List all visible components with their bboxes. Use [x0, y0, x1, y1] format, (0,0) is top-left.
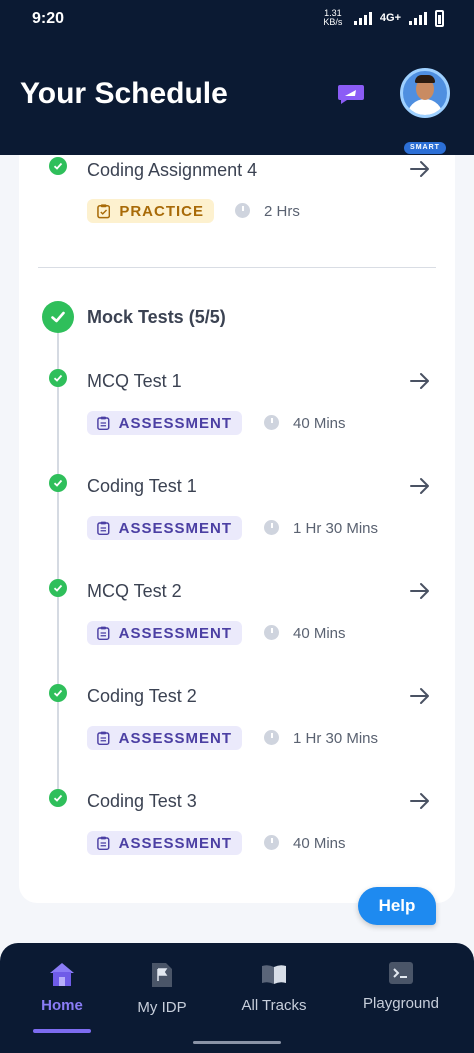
- tag-label: ASSESSMENT: [118, 729, 232, 747]
- arrow-right-icon[interactable]: [409, 580, 431, 602]
- tag-label: ASSESSMENT: [118, 624, 232, 642]
- tag-label: ASSESSMENT: [118, 519, 232, 537]
- clock-icon: [264, 625, 279, 640]
- assessment-badge: ASSESSMENT: [87, 411, 242, 435]
- clock-icon: [264, 415, 279, 430]
- assessment-badge: ASSESSMENT: [87, 621, 242, 645]
- signal-icon: [353, 11, 372, 25]
- check-icon: [49, 369, 67, 387]
- tag-label: PRACTICE: [119, 202, 204, 220]
- flag-document-icon: [152, 963, 172, 987]
- network-type: 4G+: [379, 12, 401, 24]
- system-icons: 1.31 KB/s 4G+: [320, 9, 444, 27]
- status-time: 9:20: [32, 10, 65, 27]
- practice-badge: PRACTICE: [87, 199, 214, 223]
- battery-icon: [435, 9, 444, 27]
- schedule-item[interactable]: MCQ Test 1 ASSESSMENT 40 Mins: [19, 365, 455, 465]
- avatar-badge: SMART: [404, 142, 446, 154]
- bottom-nav: Home My IDP All Tracks Playground: [0, 943, 474, 1053]
- avatar[interactable]: [400, 68, 450, 118]
- schedule-item[interactable]: Coding Test 2 ASSESSMENT 1 Hr 30 Mins: [19, 680, 455, 780]
- nav-label: My IDP: [137, 999, 187, 1016]
- duration-text: 40 Mins: [293, 835, 346, 852]
- duration-text: 2 Hrs: [264, 203, 300, 220]
- active-tab-indicator: [33, 1029, 91, 1033]
- clipboard-list-icon: [97, 626, 110, 641]
- nav-all-tracks[interactable]: All Tracks: [219, 961, 329, 1014]
- schedule-item[interactable]: Coding Assignment 4 PRACTICE 2 Hrs: [19, 155, 455, 255]
- schedule-item[interactable]: MCQ Test 2 ASSESSMENT 40 Mins: [19, 575, 455, 675]
- clock-icon: [235, 203, 250, 218]
- nav-label: Playground: [363, 995, 439, 1012]
- check-icon: [49, 157, 67, 175]
- schedule-card: Coding Assignment 4 PRACTICE 2 Hrs Mock …: [19, 155, 455, 903]
- duration-text: 40 Mins: [293, 625, 346, 642]
- book-icon: [262, 965, 286, 984]
- arrow-right-icon[interactable]: [409, 790, 431, 812]
- nav-label: All Tracks: [241, 997, 307, 1014]
- nav-playground[interactable]: Playground: [346, 961, 456, 1012]
- nav-home[interactable]: Home: [7, 961, 117, 1014]
- status-bar: 9:20 1.31 KB/s 4G+: [0, 0, 474, 38]
- arrow-right-icon[interactable]: [409, 158, 431, 180]
- clock-icon: [264, 520, 279, 535]
- page-title: Your Schedule: [20, 77, 228, 110]
- divider: [38, 267, 436, 268]
- item-title: Coding Test 1: [87, 476, 197, 496]
- assessment-badge: ASSESSMENT: [87, 831, 242, 855]
- tag-label: ASSESSMENT: [118, 834, 232, 852]
- item-title: Coding Test 2: [87, 686, 197, 706]
- terminal-icon: [389, 962, 413, 984]
- clipboard-list-icon: [97, 416, 110, 431]
- duration-text: 40 Mins: [293, 415, 346, 432]
- help-button[interactable]: Help: [358, 887, 436, 925]
- clipboard-list-icon: [97, 521, 110, 536]
- signal-icon-2: [409, 11, 427, 25]
- arrow-right-icon[interactable]: [409, 685, 431, 707]
- check-icon: [49, 474, 67, 492]
- assessment-badge: ASSESSMENT: [87, 726, 242, 750]
- gesture-bar[interactable]: [193, 1041, 281, 1044]
- duration-text: 1 Hr 30 Mins: [293, 520, 379, 537]
- check-icon: [49, 789, 67, 807]
- item-title: Coding Test 3: [87, 791, 197, 811]
- nav-my-idp[interactable]: My IDP: [107, 961, 217, 1016]
- clock-icon: [264, 730, 279, 745]
- section-check-icon: [42, 301, 74, 333]
- nav-label: Home: [41, 997, 83, 1014]
- home-icon: [50, 963, 74, 986]
- clipboard-list-icon: [97, 836, 110, 851]
- arrow-right-icon[interactable]: [409, 475, 431, 497]
- assessment-badge: ASSESSMENT: [87, 516, 242, 540]
- check-icon: [49, 579, 67, 597]
- arrow-right-icon[interactable]: [409, 370, 431, 392]
- schedule-item[interactable]: Coding Test 1 ASSESSMENT 1 Hr 30 Mins: [19, 470, 455, 570]
- clipboard-list-icon: [97, 731, 110, 746]
- item-title: MCQ Test 2: [87, 581, 182, 601]
- chat-feedback-icon[interactable]: [337, 83, 365, 105]
- clipboard-check-icon: [97, 204, 111, 219]
- tag-label: ASSESSMENT: [118, 414, 232, 432]
- speed-readout: 1.31 KB/s: [323, 8, 343, 27]
- clock-icon: [264, 835, 279, 850]
- duration-text: 1 Hr 30 Mins: [293, 730, 379, 747]
- section-title: Mock Tests (5/5): [87, 307, 226, 327]
- item-title: MCQ Test 1: [87, 371, 182, 391]
- check-icon: [49, 684, 67, 702]
- schedule-item[interactable]: Coding Test 3 ASSESSMENT 40 Mins: [19, 785, 455, 885]
- item-title: Coding Assignment 4: [87, 160, 258, 180]
- app-header: Your Schedule SMART: [0, 38, 474, 155]
